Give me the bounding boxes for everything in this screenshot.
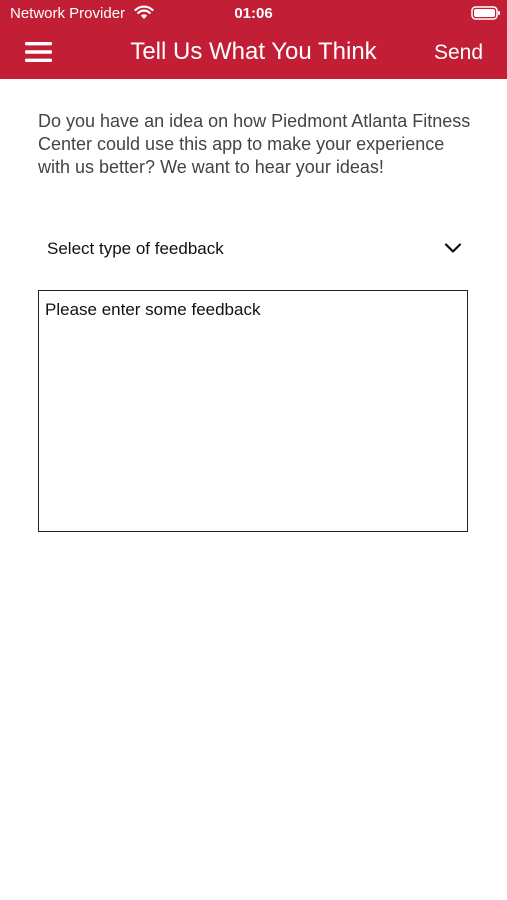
feedback-type-dropdown[interactable]: Select type of feedback bbox=[38, 226, 470, 272]
feedback-type-label: Select type of feedback bbox=[47, 239, 224, 258]
status-bar: Network Provider 01:06 bbox=[0, 0, 507, 28]
nav-bar: Tell Us What You Think Send bbox=[0, 28, 507, 79]
intro-text: Do you have an idea on how Piedmont Atla… bbox=[38, 111, 471, 177]
chevron-down-icon bbox=[444, 243, 462, 253]
feedback-screen: Network Provider 01:06 Tell Us What You … bbox=[0, 0, 507, 900]
page-title: Tell Us What You Think bbox=[130, 38, 377, 65]
battery-icon bbox=[471, 6, 500, 20]
hamburger-menu-icon[interactable] bbox=[24, 39, 54, 65]
send-button[interactable]: Send bbox=[434, 40, 483, 66]
top-bar: Network Provider 01:06 Tell Us What You … bbox=[0, 0, 507, 79]
feedback-textarea[interactable] bbox=[38, 290, 468, 532]
clock: 01:06 bbox=[234, 5, 273, 22]
